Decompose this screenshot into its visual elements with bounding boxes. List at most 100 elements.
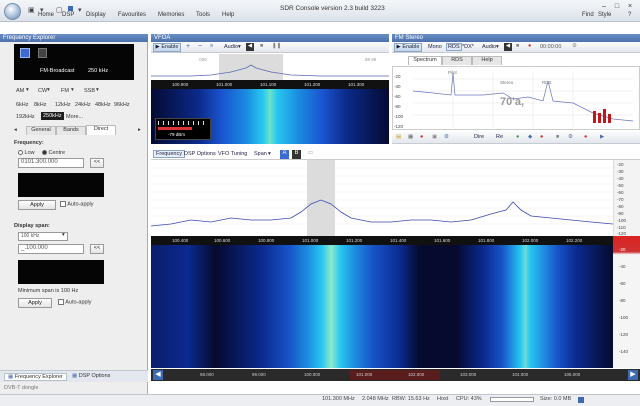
- stop-icon[interactable]: ■: [516, 43, 519, 49]
- menu-help[interactable]: Help: [222, 12, 234, 18]
- auto-apply-span[interactable]: Auto-apply: [58, 299, 92, 305]
- fm-stereo-enable-button[interactable]: ▶ Enable: [394, 43, 422, 52]
- bw-48khz[interactable]: 48kHz: [95, 102, 111, 108]
- tab-frequency[interactable]: Frequency: [153, 150, 185, 158]
- tab-span[interactable]: Span: [254, 151, 267, 157]
- menu-tools[interactable]: Tools: [196, 12, 210, 18]
- cw-dropdown-icon[interactable]: ▾: [47, 87, 50, 93]
- stop-icon[interactable]: ■: [556, 134, 559, 140]
- maximize-button[interactable]: □: [611, 3, 623, 13]
- bw-8khz[interactable]: 8kHz: [34, 102, 47, 108]
- mode-am[interactable]: AM: [16, 88, 24, 94]
- tab-general[interactable]: General: [26, 126, 56, 135]
- print-icon[interactable]: ▭: [308, 150, 313, 156]
- settings-icon[interactable]: ⚙: [572, 43, 577, 49]
- scroll-left-icon[interactable]: ◀: [153, 370, 163, 380]
- speaker-icon[interactable]: ◀: [246, 43, 254, 51]
- record-icon[interactable]: ●: [584, 134, 587, 140]
- a-button[interactable]: [20, 48, 30, 58]
- mode-fm[interactable]: FM: [61, 88, 69, 94]
- vfoa-audio[interactable]: Audio: [224, 44, 238, 50]
- bw-more[interactable]: More...: [66, 114, 83, 120]
- scroll-right-icon[interactable]: ▶: [628, 370, 638, 380]
- dx-button[interactable]: *DX*: [462, 44, 474, 50]
- play-icon[interactable]: ▶: [600, 134, 604, 140]
- tab-dsp-options[interactable]: DSP Options: [184, 151, 216, 157]
- record-icon[interactable]: ●: [420, 134, 423, 140]
- pilot-label: Pilot: [448, 70, 457, 75]
- menu-dsp[interactable]: DSP: [62, 12, 74, 18]
- pause-icon[interactable]: ❚❚: [272, 43, 281, 49]
- save-icon[interactable]: ▣: [28, 6, 35, 14]
- b-button[interactable]: [38, 48, 47, 58]
- stereo-audio[interactable]: Audio: [482, 44, 496, 50]
- menu-favourites[interactable]: Favourites: [118, 12, 146, 18]
- tab-scroll-left-icon[interactable]: ◂: [14, 127, 17, 133]
- folder-icon[interactable]: ▤: [396, 134, 401, 140]
- rds-button[interactable]: RDS: [446, 43, 462, 51]
- info-icon[interactable]: ◆: [528, 134, 532, 140]
- bottom-tab-frequency-explorer[interactable]: ▦ Frequency Explorer: [4, 373, 67, 381]
- span-back-button[interactable]: <<: [90, 244, 104, 254]
- am-dropdown-icon[interactable]: ▾: [26, 87, 29, 93]
- settings-icon[interactable]: ⚙: [568, 134, 573, 140]
- a-button[interactable]: A: [280, 150, 289, 159]
- span-select-chevron-icon[interactable]: ▾: [62, 232, 65, 238]
- find-button[interactable]: Find: [582, 12, 594, 18]
- vfoa-audio-chevron-icon[interactable]: ▾: [238, 44, 241, 50]
- mode-ssb[interactable]: SSB: [84, 88, 95, 94]
- lock-icon[interactable]: ▣: [432, 134, 437, 140]
- speaker-icon[interactable]: ◀: [504, 43, 512, 51]
- stereo-tab-help[interactable]: Help: [472, 56, 502, 65]
- tab-direct[interactable]: Direct: [86, 125, 116, 135]
- frequency-back-button[interactable]: <<: [90, 158, 104, 168]
- settings-icon[interactable]: ⚙: [444, 134, 449, 140]
- style-button[interactable]: Style: [598, 12, 611, 18]
- menu-display[interactable]: Display: [86, 12, 106, 18]
- stereo-audio-chevron-icon[interactable]: ▾: [496, 44, 499, 50]
- span-chevron-icon[interactable]: ▾: [268, 151, 271, 157]
- stereo-tab-rds[interactable]: RDS: [442, 56, 472, 65]
- bw-250khz[interactable]: 250kHz: [41, 112, 64, 120]
- bw-96khz[interactable]: 96kHz: [114, 102, 130, 108]
- radio-centre[interactable]: Centre: [42, 150, 65, 156]
- b-button[interactable]: B: [292, 150, 301, 159]
- stop-icon[interactable]: ■: [260, 43, 263, 49]
- apply-frequency-button[interactable]: Apply: [18, 200, 56, 210]
- radio-low[interactable]: Low: [18, 150, 35, 156]
- menu-memories[interactable]: Memories: [158, 12, 184, 18]
- status-indicator-icon[interactable]: [578, 397, 584, 403]
- menu-home[interactable]: Home: [38, 12, 54, 18]
- record-icon[interactable]: ●: [528, 43, 531, 49]
- grid-icon[interactable]: ▦: [408, 134, 413, 140]
- mono-button[interactable]: Mono: [428, 44, 442, 50]
- dropdown-icon[interactable]: ▾: [78, 6, 82, 14]
- help-button[interactable]: ?: [628, 12, 631, 18]
- tab-scroll-right-icon[interactable]: ▸: [138, 127, 141, 133]
- bw-12khz[interactable]: 12kHz: [55, 102, 71, 108]
- bw-24khz[interactable]: 24kHz: [75, 102, 91, 108]
- zoom-out-icon[interactable]: −: [198, 43, 202, 50]
- green-icon[interactable]: ●: [516, 134, 519, 140]
- mode-cw[interactable]: CW: [38, 88, 47, 94]
- fm-dropdown-icon[interactable]: ▾: [71, 87, 74, 93]
- bottom-tab-dsp-options[interactable]: ▦ DSP Options: [72, 373, 110, 379]
- menu-lines-icon[interactable]: ≡: [210, 43, 213, 49]
- auto-apply-frequency[interactable]: Auto-apply: [60, 201, 94, 207]
- ssb-dropdown-icon[interactable]: ▾: [96, 87, 99, 93]
- frequency-input[interactable]: 0101.300.000: [18, 158, 84, 168]
- bw-192khz[interactable]: 192kHz: [16, 114, 35, 120]
- zoom-in-icon[interactable]: +: [186, 43, 190, 50]
- dire-button[interactable]: Dire: [474, 134, 484, 140]
- span-input[interactable]: _.100.000: [18, 244, 84, 254]
- tab-bands[interactable]: Bands: [56, 126, 86, 135]
- app-orb-button[interactable]: [4, 3, 21, 20]
- span-select[interactable]: 100 kHz: [18, 232, 68, 241]
- re-button[interactable]: Re: [496, 134, 503, 140]
- tab-vfo-tuning[interactable]: VFO Tuning: [218, 151, 247, 157]
- vfoa-enable-button[interactable]: ▶ Enable: [153, 43, 181, 52]
- stereo-tab-spectrum[interactable]: Spectrum: [408, 56, 442, 65]
- record-icon[interactable]: ●: [540, 134, 543, 140]
- apply-span-button[interactable]: Apply: [18, 298, 52, 308]
- bw-6khz[interactable]: 6kHz: [16, 102, 29, 108]
